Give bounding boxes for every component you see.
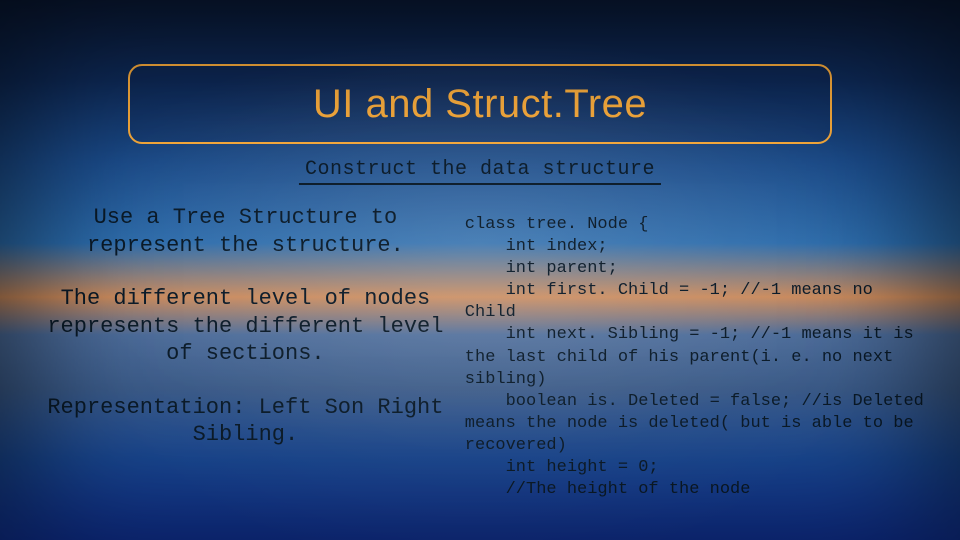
slide-subtitle: Construct the data structure: [299, 158, 661, 185]
body: Use a Tree Structure to represent the st…: [0, 200, 960, 530]
slide: UI and Struct.Tree Construct the data st…: [0, 0, 960, 540]
slide-title: UI and Struct.Tree: [313, 82, 647, 127]
code-block: class tree. Node { int index; int parent…: [461, 200, 960, 530]
paragraph-1: Use a Tree Structure to represent the st…: [40, 204, 451, 259]
subtitle-wrap: Construct the data structure: [299, 158, 661, 185]
title-box: UI and Struct.Tree: [128, 64, 832, 144]
paragraph-3: Representation: Left Son Right Sibling.: [40, 394, 451, 449]
paragraph-2: The different level of nodes represents …: [40, 285, 451, 368]
left-column: Use a Tree Structure to represent the st…: [0, 200, 461, 530]
